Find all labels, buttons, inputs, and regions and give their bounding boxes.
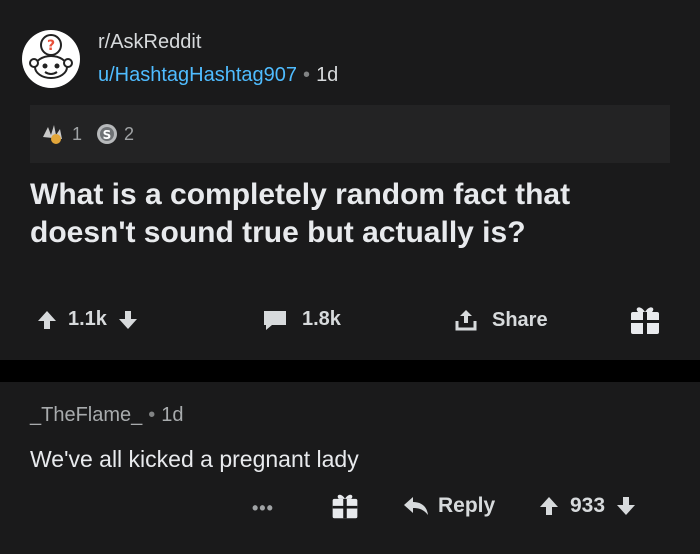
post-action-bar: 1.1k 1.8k Share [36,300,676,344]
gift-icon [332,494,358,519]
reply-arrow-icon [404,497,428,515]
post-meta: r/AskReddit u/HashtagHashtag907 • 1d [98,31,338,87]
post-author[interactable]: u/HashtagHashtag907 [98,64,297,87]
separator-dot: • [303,64,311,86]
subreddit-avatar[interactable]: ? [22,30,80,88]
subreddit-name[interactable]: r/AskReddit [98,31,338,54]
award-helpful[interactable]: 1 [40,123,82,145]
askreddit-icon: ? [29,34,73,79]
comment-gift-button[interactable] [330,490,360,520]
author-line: u/HashtagHashtag907 • 1d [98,64,338,87]
silver-award-icon: S [97,124,118,144]
comment-bubble-icon [264,310,286,330]
separator-dot: • [148,404,156,426]
comment-vote-group: 933 [538,494,637,518]
svg-text:S: S [103,128,112,142]
comment-action-bar: ••• Reply 933 [0,488,700,532]
award-silver-count: 2 [124,123,135,144]
comment-count: 1.8k [302,308,341,330]
post-title[interactable]: What is a completely random fact that do… [30,176,670,252]
vote-group: 1.1k [36,308,139,331]
post-age: 1d [316,64,339,86]
comment-card: _TheFlame_ • 1d We've all kicked a pregn… [0,382,700,554]
section-divider [0,360,700,382]
upvote-arrow-icon[interactable] [538,495,560,517]
reply-button[interactable]: Reply [402,494,495,518]
comment-body: We've all kicked a pregnant lady [30,446,359,472]
gift-button[interactable] [628,302,662,336]
comment-score: 933 [570,494,606,517]
svg-text:?: ? [47,38,55,54]
more-options-icon: ••• [252,498,274,518]
share-button[interactable]: Share [454,308,548,332]
downvote-arrow-icon[interactable] [117,309,139,331]
awards-bar[interactable]: 1 S 2 [30,105,670,163]
award-silver[interactable]: S 2 [96,123,134,145]
post-card: ? r/AskReddit u/HashtagHashtag907 • 1d 1 [0,0,700,360]
upvote-arrow-icon[interactable] [36,309,58,331]
gift-icon [631,307,659,334]
award-helpful-count: 1 [72,123,83,144]
helpful-award-icon [43,125,62,144]
post-score: 1.1k [68,308,107,330]
more-options-button[interactable]: ••• [252,498,274,519]
comment-author[interactable]: _TheFlame_ [30,404,142,427]
comment-meta: _TheFlame_ • 1d [30,404,184,427]
comment-age: 1d [161,404,184,426]
downvote-arrow-icon[interactable] [615,495,637,517]
share-label: Share [492,308,548,331]
comments-button[interactable]: 1.8k [262,308,341,331]
post-header: ? r/AskReddit u/HashtagHashtag907 • 1d [22,30,338,88]
reply-label: Reply [438,494,496,517]
share-icon [455,310,477,331]
